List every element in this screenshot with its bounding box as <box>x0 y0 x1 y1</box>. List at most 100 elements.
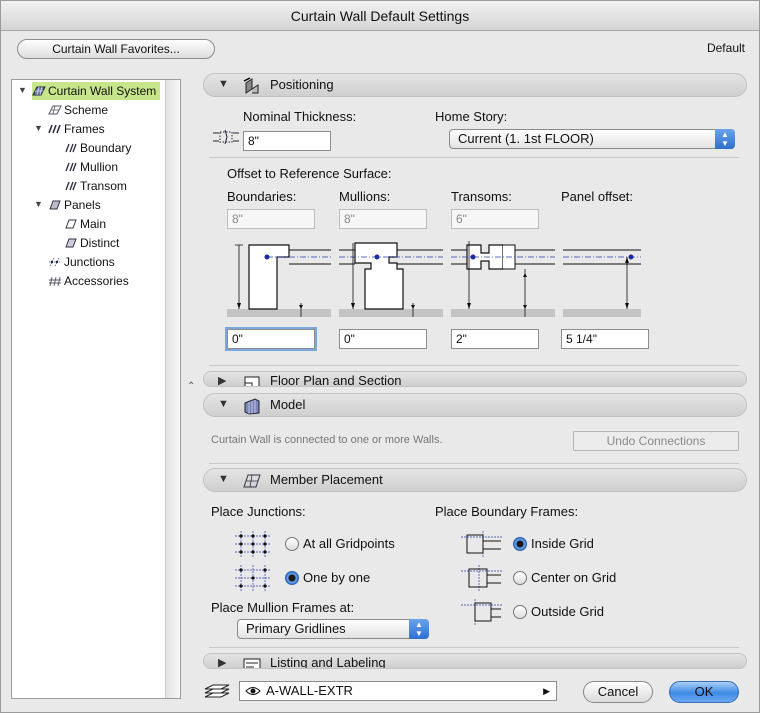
nominal-thickness-input[interactable]: 8" <box>243 131 331 151</box>
offset-diagram <box>227 241 641 317</box>
mullion-placement-value: Primary Gridlines <box>246 621 346 636</box>
disclosure-open-icon[interactable]: ▼ <box>34 199 43 209</box>
boundary-frame-diagram <box>227 244 331 317</box>
member-placement-icon <box>243 474 261 488</box>
mullions-label: Mullions: <box>339 189 391 204</box>
tree-label: Transom <box>80 179 127 193</box>
disclosure-open-icon[interactable]: ▼ <box>18 85 27 95</box>
transoms-label: Transoms: <box>451 189 512 204</box>
boundary-inside-grid-radio[interactable] <box>513 537 527 551</box>
home-story-value: Current (1. 1st FLOOR) <box>458 131 594 146</box>
tree-item-curtain-wall-system[interactable]: Curtain Wall System <box>32 82 161 100</box>
boundary-option-label: Inside Grid <box>531 536 594 551</box>
mullion-offset-input[interactable]: 0" <box>339 329 427 349</box>
section-title: Listing and Labeling <box>270 655 386 669</box>
section-title: Member Placement <box>270 472 383 487</box>
tree-item-distinct[interactable]: Distinct <box>64 234 119 252</box>
tree-label: Curtain Wall System <box>48 84 157 98</box>
positioning-section-header[interactable]: ▼ Positioning <box>203 73 747 97</box>
member-placement-section-header[interactable]: ▼ Member Placement <box>203 468 747 492</box>
divider <box>209 157 739 158</box>
boundaries-thickness-field: 8" <box>227 209 315 229</box>
transom-offset-input[interactable]: 2" <box>451 329 539 349</box>
disclosure-open-icon[interactable]: ▼ <box>34 123 43 133</box>
tree-item-frames[interactable]: Frames <box>48 120 105 138</box>
curtain-wall-icon <box>32 86 46 96</box>
tree-item-accessories[interactable]: Accessories <box>48 272 129 290</box>
panel-splitter-handle[interactable]: ⌃ <box>187 381 195 392</box>
ok-button[interactable]: OK <box>669 681 739 703</box>
all-gridpoints-icon <box>235 531 271 557</box>
tree-label: Accessories <box>64 274 129 288</box>
section-title: Floor Plan and Section <box>270 373 402 387</box>
home-story-select[interactable]: Current (1. 1st FLOOR) ▲ ▼ <box>449 129 735 149</box>
tree-item-boundary[interactable]: Boundary <box>64 139 131 157</box>
model-section-header[interactable]: ▼ Model <box>203 393 747 417</box>
divider <box>209 463 739 464</box>
one-by-one-icon <box>235 565 271 591</box>
mullion-placement-select[interactable]: Primary Gridlines ▲ ▼ <box>237 619 429 639</box>
favorites-button[interactable]: Curtain Wall Favorites... <box>17 39 215 59</box>
cancel-button[interactable]: Cancel <box>583 681 653 703</box>
up-down-arrows-icon: ▲ ▼ <box>409 619 429 639</box>
tree-scrollbar[interactable] <box>165 80 180 698</box>
panel-icon <box>65 238 77 248</box>
settings-dialog: Curtain Wall Default Settings Curtain Wa… <box>0 0 760 713</box>
layer-value: A-WALL-EXTR <box>266 683 353 698</box>
boundary-center-on-grid-radio[interactable] <box>513 571 527 585</box>
tree-item-scheme[interactable]: Scheme <box>48 101 108 119</box>
tree-item-transom[interactable]: Transom <box>64 177 127 195</box>
section-title: Positioning <box>270 77 334 92</box>
layers-icon <box>204 684 230 698</box>
boundary-option-label: Center on Grid <box>531 570 617 585</box>
tree-item-mullion[interactable]: Mullion <box>64 158 118 176</box>
divider <box>209 365 739 366</box>
tree-label: Panels <box>64 198 101 212</box>
listing-section-header[interactable]: ▶ Listing and Labeling <box>203 653 747 669</box>
listing-icon <box>243 658 261 668</box>
window-title: Curtain Wall Default Settings <box>1 1 759 31</box>
layer-select[interactable]: A-WALL-EXTR ▶ <box>239 681 557 701</box>
tree-item-main[interactable]: Main <box>64 215 106 233</box>
home-story-label: Home Story: <box>435 109 508 124</box>
chevron-right-icon: ▶ <box>543 686 550 696</box>
junction-option-label: One by one <box>303 570 371 585</box>
panel-offset-diagram <box>563 249 641 317</box>
junction-one-by-one-radio[interactable] <box>285 571 299 585</box>
dialog-footer: A-WALL-EXTR ▶ Cancel OK <box>197 677 757 707</box>
floor-plan-section-header[interactable]: ▶ Floor Plan and Section <box>203 371 747 387</box>
junction-all-gridpoints-radio[interactable] <box>285 537 299 551</box>
nominal-thickness-label: Nominal Thickness: <box>243 109 357 124</box>
undo-connections-button[interactable]: Undo Connections <box>573 431 739 451</box>
positioning-icon <box>243 77 259 94</box>
offset-label: Offset to Reference Surface: <box>227 166 392 181</box>
boundary-outside-grid-radio[interactable] <box>513 605 527 619</box>
mullion-placement-label: Place Mullion Frames at: <box>211 600 355 615</box>
outside-grid-icon <box>461 599 503 625</box>
frames-icon <box>48 124 61 134</box>
model-icon <box>244 398 260 415</box>
panel-offset-input[interactable]: 5 1/4" <box>561 329 649 349</box>
divider <box>209 647 739 648</box>
eye-icon <box>245 687 261 695</box>
default-label: Default <box>706 41 745 55</box>
tree-item-panels[interactable]: Panels <box>48 196 101 214</box>
tree-label: Junctions <box>64 255 115 269</box>
mullion-frame-diagram <box>339 242 443 317</box>
disclosure-closed-icon: ▶ <box>218 375 227 387</box>
tree-item-junctions[interactable]: Junctions <box>48 253 115 271</box>
section-title: Model <box>270 397 306 412</box>
boundary-offset-input[interactable]: 0" <box>227 329 315 349</box>
frame-icon <box>65 162 77 172</box>
disclosure-open-icon: ▼ <box>218 78 229 90</box>
mullions-thickness-field: 8" <box>339 209 427 229</box>
panels-icon <box>49 200 61 210</box>
tree-label: Scheme <box>64 103 109 117</box>
up-down-arrows-icon: ▲ ▼ <box>715 129 735 149</box>
model-info-text: Curtain Wall is connected to one or more… <box>211 434 443 446</box>
tree-label: Frames <box>64 122 105 136</box>
tree-label: Boundary <box>80 141 132 155</box>
thickness-icon <box>213 129 239 145</box>
accessories-icon <box>49 276 61 287</box>
disclosure-closed-icon: ▶ <box>218 657 227 669</box>
